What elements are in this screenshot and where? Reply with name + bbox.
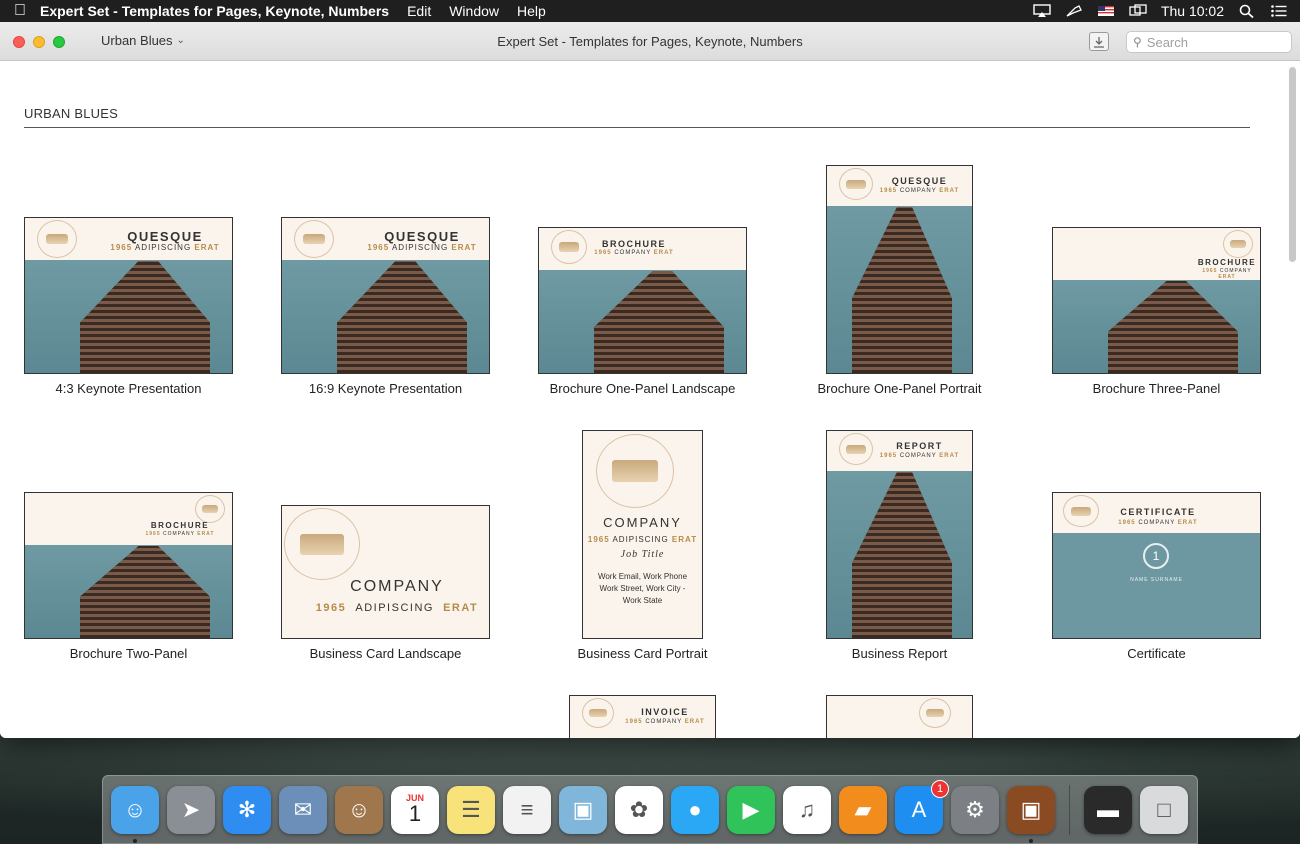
search-input[interactable] — [1146, 34, 1277, 50]
appstore-icon[interactable]: A1 — [895, 779, 949, 834]
vertical-scrollbar[interactable] — [1289, 67, 1296, 262]
menu-bar:  Expert Set - Templates for Pages, Keyn… — [0, 0, 1300, 22]
template-thumbnail[interactable]: INVOICE 1965 COMPANY ERAT — [569, 695, 716, 738]
column-capital-icon — [294, 220, 334, 258]
app-window: Urban Blues ⌄ Expert Set - Templates for… — [0, 22, 1300, 738]
minimize-window-button[interactable] — [33, 36, 45, 48]
messages-icon[interactable]: ● — [671, 785, 719, 834]
section-divider — [24, 127, 1250, 128]
dock: ☺ ➤ ✻ ✉ ☺ JUN 1 ☰ ≡ ▣ ✿ ● ▶ ♫ ▰ A 1 ⚙ ▣ ▬ □ — [102, 775, 1198, 844]
template-thumbnail[interactable]: COMPANY 1965 ADIPISCING ERAT — [281, 505, 490, 639]
reminders-icon[interactable]: ≡ — [503, 785, 551, 834]
stack-icon[interactable]: ▬ — [1084, 785, 1132, 834]
menu-edit[interactable]: Edit — [407, 3, 431, 19]
menu-clock[interactable]: Thu 10:02 — [1161, 3, 1224, 19]
section-title: URBAN BLUES — [24, 106, 118, 121]
zoom-window-button[interactable] — [53, 36, 65, 48]
template-label[interactable]: Certificate — [1052, 646, 1261, 661]
running-indicator — [133, 838, 137, 843]
safari-icon[interactable]: ✻ — [223, 785, 271, 834]
download-icon — [1094, 36, 1104, 48]
category-dropdown-value: Urban Blues — [101, 33, 173, 48]
briefcase-icon[interactable]: ▣ — [1007, 785, 1055, 843]
title-bar[interactable]: Urban Blues ⌄ Expert Set - Templates for… — [0, 22, 1300, 61]
column-capital-icon — [596, 434, 674, 508]
tool-icon[interactable] — [1065, 4, 1083, 18]
launchpad-icon[interactable]: ➤ — [167, 785, 215, 834]
download-button[interactable] — [1089, 32, 1109, 51]
facetime-icon[interactable]: ▶ — [727, 785, 775, 834]
template-thumbnail[interactable]: QUESQUE 1965 COMPANY ERAT — [826, 165, 973, 374]
itunes-icon[interactable]: ♫ — [783, 785, 831, 834]
calendar-icon[interactable]: JUN 1 — [391, 785, 439, 834]
calendar-day: 1 — [408, 801, 422, 826]
template-label[interactable]: Brochure One-Panel Landscape — [520, 381, 765, 396]
airplay-icon[interactable] — [1033, 4, 1051, 18]
category-dropdown[interactable]: Urban Blues ⌄ — [101, 33, 185, 48]
column-capital-icon — [1063, 495, 1099, 527]
column-capital-icon — [1223, 230, 1253, 258]
column-capital-icon — [582, 698, 614, 728]
notes-icon[interactable]: ☰ — [447, 785, 495, 834]
running-indicator — [1029, 838, 1033, 843]
template-label[interactable]: Brochure Two-Panel — [24, 646, 233, 661]
template-thumbnail[interactable]: QUESQUE 1965 ADIPISCING ERAT — [24, 217, 233, 374]
apple-menu-icon[interactable]:  — [0, 2, 40, 20]
photos-icon[interactable]: ✿ — [615, 785, 663, 834]
template-thumbnail[interactable] — [826, 695, 973, 738]
template-label[interactable]: 16:9 Keynote Presentation — [281, 381, 490, 396]
column-capital-icon — [284, 508, 360, 580]
mail-icon[interactable]: ✉ — [279, 785, 327, 834]
contacts-icon[interactable]: ☺ — [335, 785, 383, 834]
search-field[interactable]: ⚲ — [1126, 31, 1292, 53]
column-capital-icon — [37, 220, 77, 258]
finder-icon[interactable]: ☺ — [111, 785, 159, 843]
template-thumbnail[interactable]: QUESQUE 1965 ADIPISCING ERAT — [281, 217, 490, 374]
spotlight-icon[interactable] — [1238, 4, 1256, 18]
template-label[interactable]: Brochure Three-Panel — [1052, 381, 1261, 396]
display-mirroring-icon[interactable] — [1129, 4, 1147, 18]
template-thumbnail[interactable]: BROCHURE 1965 COMPANY ERAT — [538, 227, 747, 374]
laurel-seal-icon: 1 — [1143, 543, 1169, 569]
column-capital-icon — [195, 495, 225, 523]
column-capital-icon — [551, 230, 587, 264]
menu-window[interactable]: Window — [449, 3, 499, 19]
template-label[interactable]: Business Report — [795, 646, 1004, 661]
ibooks-icon[interactable]: ▰ — [839, 785, 887, 834]
template-label[interactable]: 4:3 Keynote Presentation — [24, 381, 233, 396]
system-preferences-icon[interactable]: ⚙ — [951, 785, 999, 834]
notification-center-icon[interactable] — [1270, 4, 1288, 18]
column-capital-icon — [919, 698, 951, 728]
menu-help[interactable]: Help — [517, 3, 546, 19]
template-label[interactable]: Brochure One-Panel Portrait — [795, 381, 1004, 396]
trash-icon[interactable]: □ — [1140, 785, 1188, 834]
dock-separator — [1069, 784, 1070, 835]
template-thumbnail[interactable]: COMPANY 1965 ADIPISCING ERAT Job Title W… — [582, 430, 703, 639]
template-thumbnail[interactable]: BROCHURE 1965 COMPANY ERAT — [1052, 227, 1261, 374]
template-label[interactable]: Business Card Landscape — [281, 646, 490, 661]
menu-app-name[interactable]: Expert Set - Templates for Pages, Keynot… — [40, 3, 389, 19]
preview-icon[interactable]: ▣ — [559, 785, 607, 834]
chevron-down-icon: ⌄ — [176, 35, 185, 46]
notification-badge: 1 — [931, 779, 949, 798]
template-thumbnail[interactable]: REPORT 1965 COMPANY ERAT — [826, 430, 973, 639]
template-label[interactable]: Business Card Portrait — [540, 646, 745, 661]
template-thumbnail[interactable]: BROCHURE 1965 COMPANY ERAT — [24, 492, 233, 639]
search-icon: ⚲ — [1133, 35, 1142, 49]
template-gallery: URBAN BLUES QUESQUE 1965 ADIPISCING ERAT… — [0, 61, 1300, 738]
us-flag-icon[interactable] — [1097, 4, 1115, 18]
template-thumbnail[interactable]: CERTIFICATE 1965 COMPANY ERAT 1 NAME SUR… — [1052, 492, 1261, 639]
close-window-button[interactable] — [13, 36, 25, 48]
